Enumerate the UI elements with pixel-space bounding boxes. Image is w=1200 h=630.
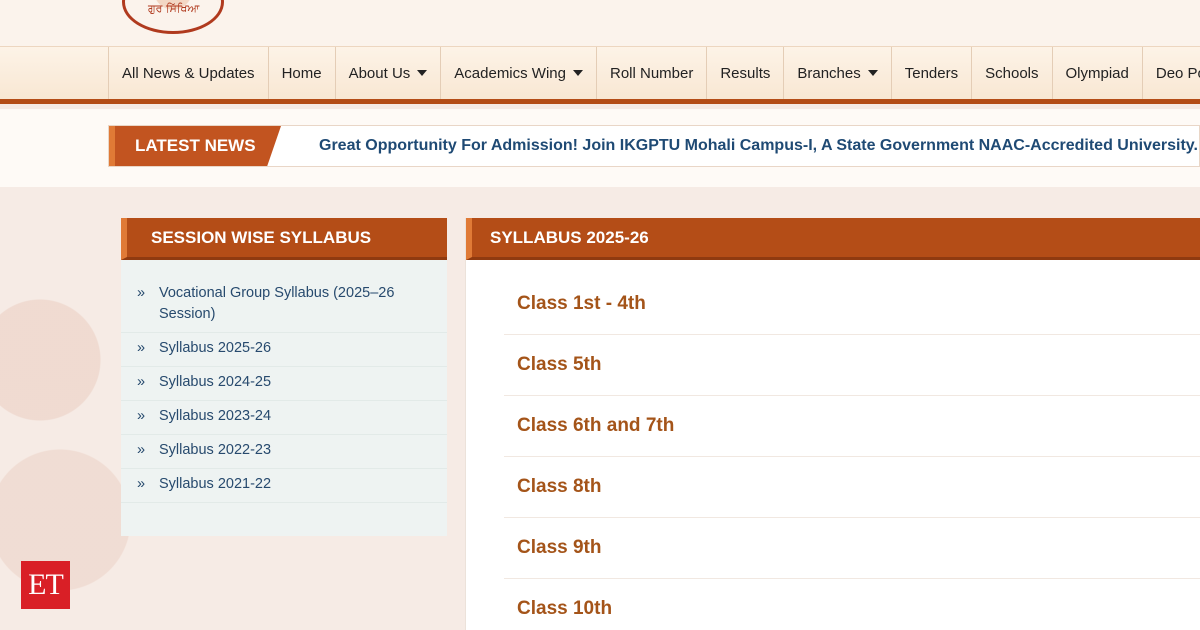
nav-item-results[interactable]: Results xyxy=(706,47,783,99)
nav-item-all-news-updates[interactable]: All News & Updates xyxy=(108,47,268,99)
double-chevron-right-icon: » xyxy=(137,442,146,458)
session-syllabus-link-label: Syllabus 2022-23 xyxy=(159,442,272,458)
latest-news-band: LATEST NEWS Great Opportunity For Admiss… xyxy=(0,109,1200,187)
nav-item-roll-number[interactable]: Roll Number xyxy=(595,47,706,99)
nav-item-label: Home xyxy=(281,64,322,82)
session-syllabus-link-label: Syllabus 2023-24 xyxy=(159,408,272,424)
double-chevron-right-icon: » xyxy=(137,408,146,424)
session-syllabus-link[interactable]: » Syllabus 2021-22 xyxy=(121,469,447,503)
caret-down-icon xyxy=(572,70,583,76)
double-chevron-right-icon: » xyxy=(137,340,146,356)
session-syllabus-title: SESSION WISE SYLLABUS xyxy=(121,218,447,260)
caret-down-icon xyxy=(417,70,428,76)
nav-item-olympiad[interactable]: Olympiad xyxy=(1051,47,1142,99)
nav-item-label: Tenders xyxy=(904,64,959,82)
nav-item-label: Olympiad xyxy=(1065,64,1129,82)
nav-item-schools[interactable]: Schools xyxy=(971,47,1051,99)
nav-item-label: Roll Number xyxy=(609,64,694,82)
latest-news-label: LATEST NEWS xyxy=(109,126,281,166)
nav-item-tenders[interactable]: Tenders xyxy=(890,47,971,99)
session-syllabus-link-label: Syllabus 2024-25 xyxy=(159,374,272,390)
session-syllabus-link[interactable]: » Syllabus 2023-24 xyxy=(121,401,447,435)
main-navbar: All News & Updates Home About Us Academics … xyxy=(0,46,1200,104)
double-chevron-right-icon: » xyxy=(137,374,146,390)
class-syllabus-link[interactable]: Class 5th xyxy=(504,335,1200,396)
site-header: ਗੁਰ ਸਿੱਖਿਆ xyxy=(0,0,1200,46)
nav-item-deo-por[interactable]: Deo Por xyxy=(1141,47,1200,99)
session-syllabus-list: » Vocational Group Syllabus (2025–26 Sess… xyxy=(121,260,447,503)
syllabus-main-title: SYLLABUS 2025-26 xyxy=(466,218,1200,260)
session-syllabus-link[interactable]: » Syllabus 2022-23 xyxy=(121,435,447,469)
double-chevron-right-icon: » xyxy=(137,476,146,492)
class-syllabus-link[interactable]: Class 6th and 7th xyxy=(504,396,1200,457)
nav-list: All News & Updates Home About Us Academics … xyxy=(108,47,1200,99)
caret-down-icon xyxy=(867,70,878,76)
nav-item-home[interactable]: Home xyxy=(267,47,335,99)
session-syllabus-link-label: Vocational Group Syllabus (2025–26 Sessi… xyxy=(159,285,395,322)
session-syllabus-link[interactable]: » Syllabus 2025-26 xyxy=(121,333,447,367)
class-syllabus-link[interactable]: Class 1st - 4th xyxy=(504,274,1200,335)
class-syllabus-link[interactable]: Class 10th xyxy=(504,579,1200,630)
nav-item-label: Branches xyxy=(797,64,861,82)
nav-item-label: Schools xyxy=(985,64,1039,82)
class-syllabus-link[interactable]: Class 8th xyxy=(504,457,1200,518)
double-chevron-right-icon: » xyxy=(137,285,146,301)
nav-item-label: Academics Wing xyxy=(454,64,566,82)
nav-item-label: Deo Por xyxy=(1155,64,1200,82)
class-list: Class 1st - 4th Class 5th Class 6th and 7t… xyxy=(466,260,1200,630)
nav-item-about-us[interactable]: About Us xyxy=(334,47,441,99)
session-syllabus-link-label: Syllabus 2025-26 xyxy=(159,340,272,356)
session-syllabus-link[interactable]: » Vocational Group Syllabus (2025–26 Sess… xyxy=(121,278,447,333)
et-logo: ET xyxy=(21,561,70,609)
news-ticker: LATEST NEWS Great Opportunity For Admiss… xyxy=(108,125,1200,167)
syllabus-main-panel: SYLLABUS 2025-26 Class 1st - 4th Class 5t… xyxy=(465,218,1200,630)
nav-item-label: Results xyxy=(720,64,771,82)
nav-item-branches[interactable]: Branches xyxy=(783,47,890,99)
session-syllabus-panel: SESSION WISE SYLLABUS » Vocational Group … xyxy=(121,218,447,536)
nav-item-label: All News & Updates xyxy=(122,64,255,82)
session-syllabus-link-label: Syllabus 2021-22 xyxy=(159,476,272,492)
session-syllabus-link[interactable]: » Syllabus 2024-25 xyxy=(121,367,447,401)
class-syllabus-link[interactable]: Class 9th xyxy=(504,518,1200,579)
logo-text: ਗੁਰ ਸਿੱਖਿਆ xyxy=(148,2,200,15)
nav-item-label: About Us xyxy=(348,64,411,82)
news-ticker-text[interactable]: Great Opportunity For Admission! Join IK… xyxy=(319,126,1200,166)
nav-item-academics-wing[interactable]: Academics Wing xyxy=(440,47,596,99)
